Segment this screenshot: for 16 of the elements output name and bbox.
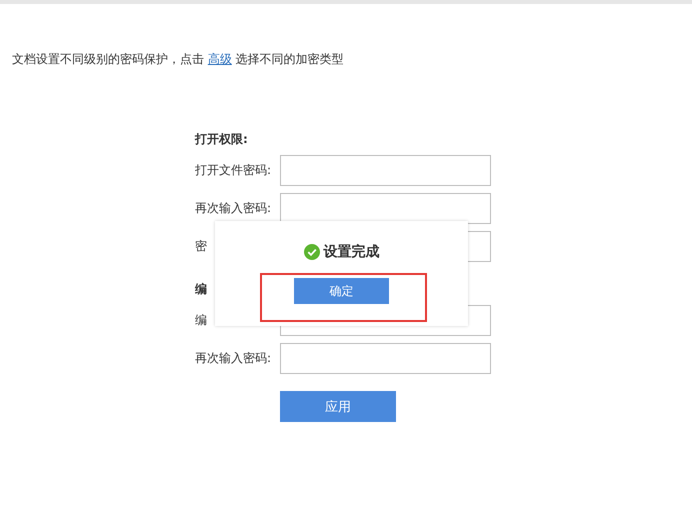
apply-button[interactable]: 应用 <box>280 391 396 422</box>
section-heading: 编 <box>195 281 207 298</box>
description-text: 文档设置不同级别的密码保护，点击 高级 选择不同的加密类型 <box>12 52 344 66</box>
advanced-link[interactable]: 高级 <box>208 52 232 66</box>
password-field[interactable] <box>280 193 491 224</box>
section-heading: 打开权限: <box>195 131 248 148</box>
field-label: 密 <box>195 238 208 255</box>
field-label: 打开文件密码: <box>195 162 272 179</box>
field-label: 再次输入密码: <box>195 200 272 217</box>
password-field[interactable] <box>280 155 491 186</box>
ok-button[interactable]: 确定 <box>294 278 389 304</box>
password-field[interactable] <box>280 343 491 374</box>
dialog-message: 设置完成 <box>324 243 380 261</box>
field-label: 再次输入密码: <box>195 350 272 367</box>
field-label: 编 <box>195 312 208 329</box>
check-icon <box>304 244 320 260</box>
